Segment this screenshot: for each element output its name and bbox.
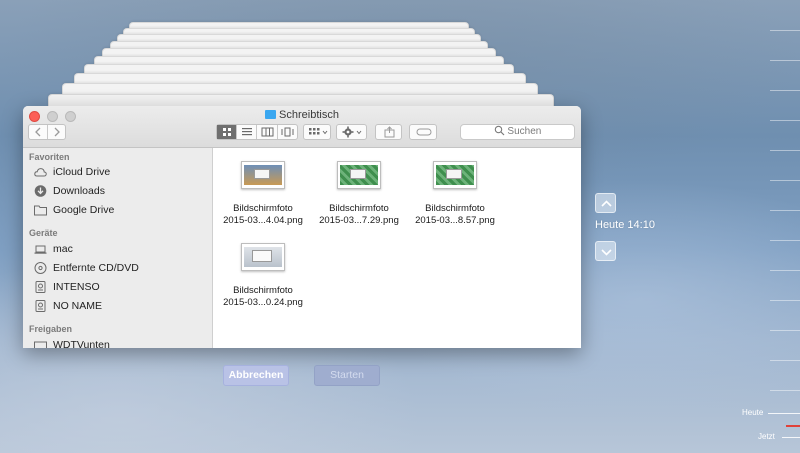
file-name: Bildschirmfoto 2015-03...4.04.png — [223, 203, 303, 226]
chevron-left-icon — [35, 127, 41, 137]
sidebar-section-freigaben: Freigaben — [29, 324, 73, 334]
timeline-now-label[interactable]: Jetzt — [758, 432, 775, 442]
back-button[interactable] — [29, 125, 48, 139]
file-thumbnail — [433, 161, 477, 189]
timeline-tick — [770, 30, 800, 31]
edit-tags-button[interactable] — [409, 124, 437, 140]
sidebar-item-entfernte-cd-dvd[interactable]: Entfernte CD/DVD — [34, 260, 204, 276]
thumbnail-window — [252, 250, 272, 262]
tag-icon — [416, 128, 432, 136]
timeline-tick — [770, 90, 800, 91]
timeline-tick — [770, 180, 800, 181]
file-item[interactable]: Bildschirmfoto 2015-03...7.29.png — [311, 161, 407, 231]
timeline-today-label[interactable]: Heute — [742, 408, 763, 418]
sidebar-item-wdtvunten[interactable]: WDTVunten — [34, 337, 204, 348]
timeline-tick — [770, 390, 800, 391]
cover-flow-button[interactable] — [278, 125, 297, 139]
sidebar-section-geraete: Geräte — [29, 228, 58, 238]
icon-view-button[interactable] — [217, 125, 237, 139]
file-browser-content: Bildschirmfoto 2015-03...4.04.png Bildsch… — [214, 148, 581, 348]
search-field[interactable]: Suchen — [460, 124, 575, 140]
drive-icon — [35, 300, 46, 312]
search-icon — [494, 125, 505, 141]
disc-icon — [34, 262, 47, 274]
action-menu-button[interactable] — [336, 124, 367, 140]
sidebar-item-mac[interactable]: mac — [34, 241, 204, 257]
thumbnail-window — [254, 169, 270, 179]
network-drive-icon — [34, 341, 47, 348]
cancel-button[interactable]: Abbrechen — [223, 365, 289, 386]
timeline-tick — [770, 150, 800, 151]
timeline-tick — [770, 240, 800, 241]
file-item[interactable]: Bildschirmfoto 2015-03...4.04.png — [215, 161, 311, 231]
current-backup-time: Heute 14:10 — [595, 219, 655, 231]
sidebar-item-intenso[interactable]: INTENSO — [34, 279, 204, 295]
thumbnail-window — [350, 169, 366, 179]
folder-icon — [34, 205, 47, 216]
cover-flow-icon — [281, 127, 294, 137]
chevron-down-icon — [601, 249, 612, 256]
sidebar-item-downloads[interactable]: Downloads — [34, 183, 204, 199]
share-button[interactable] — [375, 124, 402, 140]
window-title: Schreibtisch — [23, 108, 581, 122]
timeline-tick — [770, 360, 800, 361]
timeline-current-marker[interactable] — [786, 425, 800, 427]
arrange-button[interactable] — [303, 124, 331, 140]
timeline-tick — [770, 60, 800, 61]
file-thumbnail — [241, 243, 285, 271]
cloud-icon — [34, 168, 47, 177]
list-view-button[interactable] — [237, 125, 257, 139]
chevron-right-icon — [54, 127, 60, 137]
timeline-tick — [770, 300, 800, 301]
file-thumbnail — [241, 161, 285, 189]
search-placeholder: Suchen — [507, 126, 542, 137]
laptop-icon — [34, 245, 47, 254]
thumbnail-window — [446, 169, 462, 179]
timeline-tick — [770, 270, 800, 271]
file-name: Bildschirmfoto 2015-03...7.29.png — [319, 203, 399, 226]
file-item[interactable]: Bildschirmfoto 2015-03...0.24.png — [215, 243, 311, 313]
timeline-today-marker[interactable] — [768, 413, 800, 414]
share-icon — [384, 126, 395, 138]
timeline-tick — [770, 210, 800, 211]
sidebar-item-no-name[interactable]: NO NAME — [34, 298, 204, 314]
timeline-tick — [770, 120, 800, 121]
sidebar-item-icloud-drive[interactable]: iCloud Drive — [34, 164, 204, 180]
finder-window: Schreibtisch Suchen Favoriten iCloud Dri… — [23, 106, 581, 348]
sidebar-item-google-drive[interactable]: Google Drive — [34, 202, 204, 218]
file-name: Bildschirmfoto 2015-03...8.57.png — [415, 203, 495, 226]
file-name: Bildschirmfoto 2015-03...0.24.png — [223, 285, 303, 308]
chevron-up-icon — [601, 200, 612, 207]
back-forward-control — [28, 124, 66, 140]
column-view-button[interactable] — [257, 125, 278, 139]
view-mode-control — [216, 124, 298, 140]
file-item[interactable]: Bildschirmfoto 2015-03...8.57.png — [407, 161, 503, 231]
sidebar: Favoriten iCloud Drive Downloads Google … — [23, 148, 213, 348]
sidebar-section-favoriten: Favoriten — [29, 152, 70, 162]
columns-icon — [261, 127, 274, 137]
gear-icon — [342, 126, 362, 138]
start-button[interactable]: Starten — [314, 365, 380, 386]
list-icon — [242, 128, 252, 136]
navigate-back-button[interactable] — [595, 193, 616, 213]
timeline-now-marker[interactable] — [782, 437, 800, 438]
file-thumbnail — [337, 161, 381, 189]
grid-icon — [223, 128, 231, 136]
folder-icon — [265, 110, 277, 119]
navigate-forward-button[interactable] — [595, 241, 616, 261]
window-titlebar: Schreibtisch Suchen — [23, 106, 581, 148]
timeline-tick — [770, 330, 800, 331]
forward-button[interactable] — [48, 125, 66, 139]
drive-icon — [35, 281, 46, 293]
download-icon — [34, 185, 47, 197]
arrange-grid-icon — [309, 128, 328, 135]
